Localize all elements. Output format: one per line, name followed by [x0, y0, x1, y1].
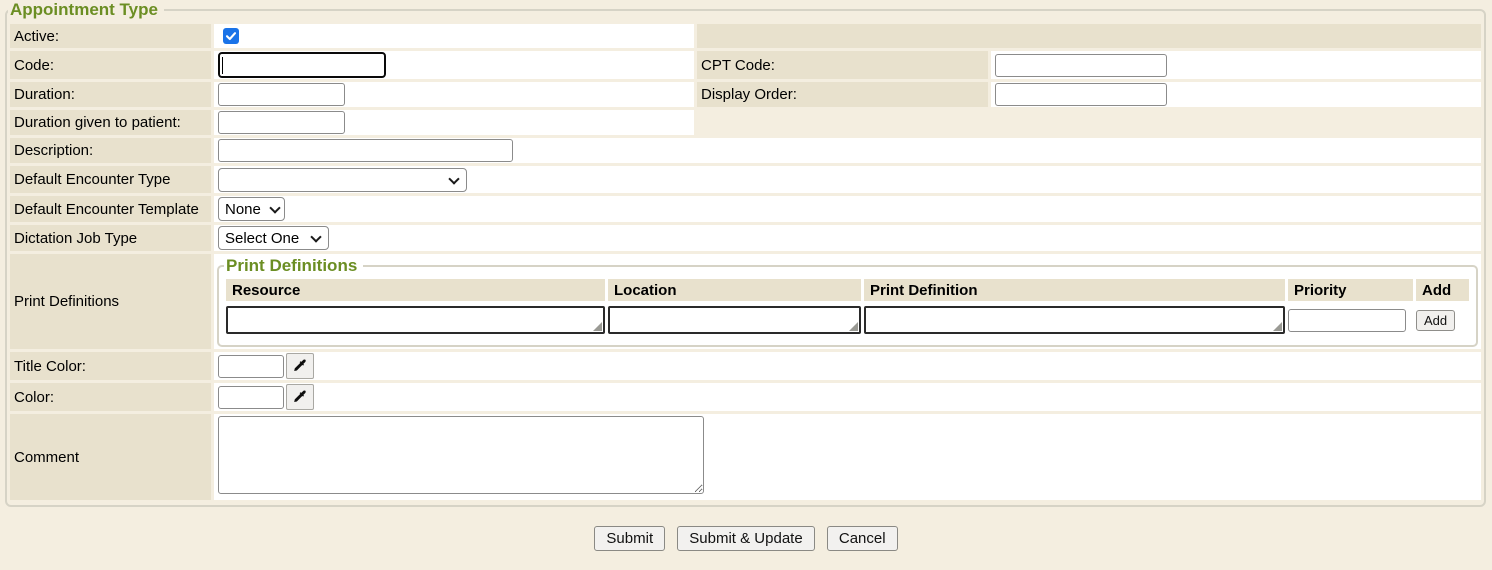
resize-grip-icon[interactable] [593, 322, 602, 331]
display-order-input[interactable] [995, 83, 1167, 106]
chevron-down-icon [448, 173, 459, 184]
eyedropper-icon [292, 358, 308, 374]
print-definitions-fieldset: Print Definitions Resource Location Prin… [217, 256, 1478, 347]
code-input[interactable] [218, 52, 386, 78]
comment-cell [214, 414, 1481, 500]
location-listbox[interactable] [608, 306, 861, 334]
form-row-description: Description: [10, 138, 1481, 163]
form-actions-bar: Submit Submit & Update Cancel [0, 526, 1492, 551]
duration-patient-input[interactable] [218, 111, 345, 134]
duration-input[interactable] [218, 83, 345, 106]
code-cell [214, 51, 694, 79]
form-row-print-definitions: Print Definitions Print Definitions Reso… [10, 254, 1481, 349]
cancel-button[interactable]: Cancel [827, 526, 898, 551]
appointment-type-title: Appointment Type [8, 0, 164, 20]
priority-input[interactable] [1288, 309, 1406, 332]
comment-textarea[interactable] [218, 416, 704, 494]
dictation-job-type-cell: Select One [214, 225, 1481, 251]
add-cell: Add [1416, 304, 1469, 336]
form-row-comment: Comment [10, 414, 1481, 500]
encounter-template-label: Default Encounter Template [10, 196, 211, 222]
encounter-template-select[interactable]: None [218, 197, 285, 221]
print-definitions-title: Print Definitions [224, 256, 363, 276]
active-row-filler [697, 24, 1481, 48]
color-cell [214, 383, 1481, 411]
dictation-job-type-select[interactable]: Select One [218, 226, 329, 250]
add-column-header: Add [1416, 279, 1469, 301]
appointment-type-fieldset: Appointment Type Active: Code: CPT Code: [5, 0, 1486, 507]
form-row-code: Code: CPT Code: [10, 51, 1481, 79]
text-caret [222, 57, 223, 74]
form-row-active: Active: [10, 24, 1481, 48]
duration-patient-label: Duration given to patient: [10, 110, 211, 135]
comment-label: Comment [10, 414, 211, 500]
dictation-job-type-label: Dictation Job Type [10, 225, 211, 251]
print-definitions-cell: Print Definitions Resource Location Prin… [214, 254, 1481, 349]
form-row-title-color: Title Color: [10, 352, 1481, 380]
print-definition-column-header: Print Definition [864, 279, 1285, 301]
print-definition-cell [864, 304, 1285, 336]
color-label: Color: [10, 383, 211, 411]
code-label: Code: [10, 51, 211, 79]
active-label: Active: [10, 24, 211, 48]
print-definitions-header-row: Resource Location Print Definition Prior… [226, 279, 1469, 301]
print-definitions-row-label: Print Definitions [10, 254, 211, 349]
appointment-type-form-table: Active: Code: CPT Code: Duration: [7, 21, 1484, 503]
active-checkbox[interactable] [223, 28, 239, 44]
title-color-input[interactable] [218, 355, 284, 378]
encounter-type-label: Default Encounter Type [10, 166, 211, 193]
location-cell [608, 304, 861, 336]
encounter-type-select[interactable] [218, 168, 467, 192]
cpt-code-cell [991, 51, 1481, 79]
cpt-code-label: CPT Code: [697, 51, 988, 79]
submit-button[interactable]: Submit [594, 526, 665, 551]
eyedropper-icon [292, 389, 308, 405]
form-row-dictation-job-type: Dictation Job Type Select One [10, 225, 1481, 251]
description-cell [214, 138, 1481, 163]
form-row-duration-patient: Duration given to patient: [10, 110, 1481, 135]
resource-cell [226, 304, 605, 336]
resource-column-header: Resource [226, 279, 605, 301]
encounter-template-cell: None [214, 196, 1481, 222]
dictation-job-type-selected-value: Select One [225, 230, 299, 247]
priority-cell [1288, 304, 1413, 336]
description-input[interactable] [218, 139, 513, 162]
form-row-duration: Duration: Display Order: [10, 82, 1481, 107]
chevron-down-icon [269, 202, 280, 213]
title-color-picker-button[interactable] [286, 353, 314, 379]
resource-listbox[interactable] [226, 306, 605, 334]
description-label: Description: [10, 138, 211, 163]
display-order-label: Display Order: [697, 82, 988, 107]
print-definition-listbox[interactable] [864, 306, 1285, 334]
duration-patient-row-spacer [697, 110, 1481, 135]
title-color-label: Title Color: [10, 352, 211, 380]
submit-and-update-button[interactable]: Submit & Update [677, 526, 814, 551]
active-cell [214, 24, 694, 48]
print-definitions-input-row: Add [226, 304, 1469, 336]
print-definitions-table: Resource Location Print Definition Prior… [223, 276, 1472, 339]
color-picker-button[interactable] [286, 384, 314, 410]
display-order-cell [991, 82, 1481, 107]
encounter-type-cell [214, 166, 1481, 193]
cpt-code-input[interactable] [995, 54, 1167, 77]
priority-column-header: Priority [1288, 279, 1413, 301]
resize-grip-icon[interactable] [849, 322, 858, 331]
check-icon [225, 30, 237, 42]
location-column-header: Location [608, 279, 861, 301]
form-row-encounter-type: Default Encounter Type [10, 166, 1481, 193]
form-row-color: Color: [10, 383, 1481, 411]
duration-cell [214, 82, 694, 107]
duration-patient-cell [214, 110, 694, 135]
form-row-encounter-template: Default Encounter Template None [10, 196, 1481, 222]
chevron-down-icon [310, 231, 321, 242]
duration-label: Duration: [10, 82, 211, 107]
add-button[interactable]: Add [1416, 310, 1455, 331]
encounter-template-selected-value: None [225, 201, 261, 218]
resize-grip-icon[interactable] [1273, 322, 1282, 331]
title-color-cell [214, 352, 1481, 380]
color-input[interactable] [218, 386, 284, 409]
